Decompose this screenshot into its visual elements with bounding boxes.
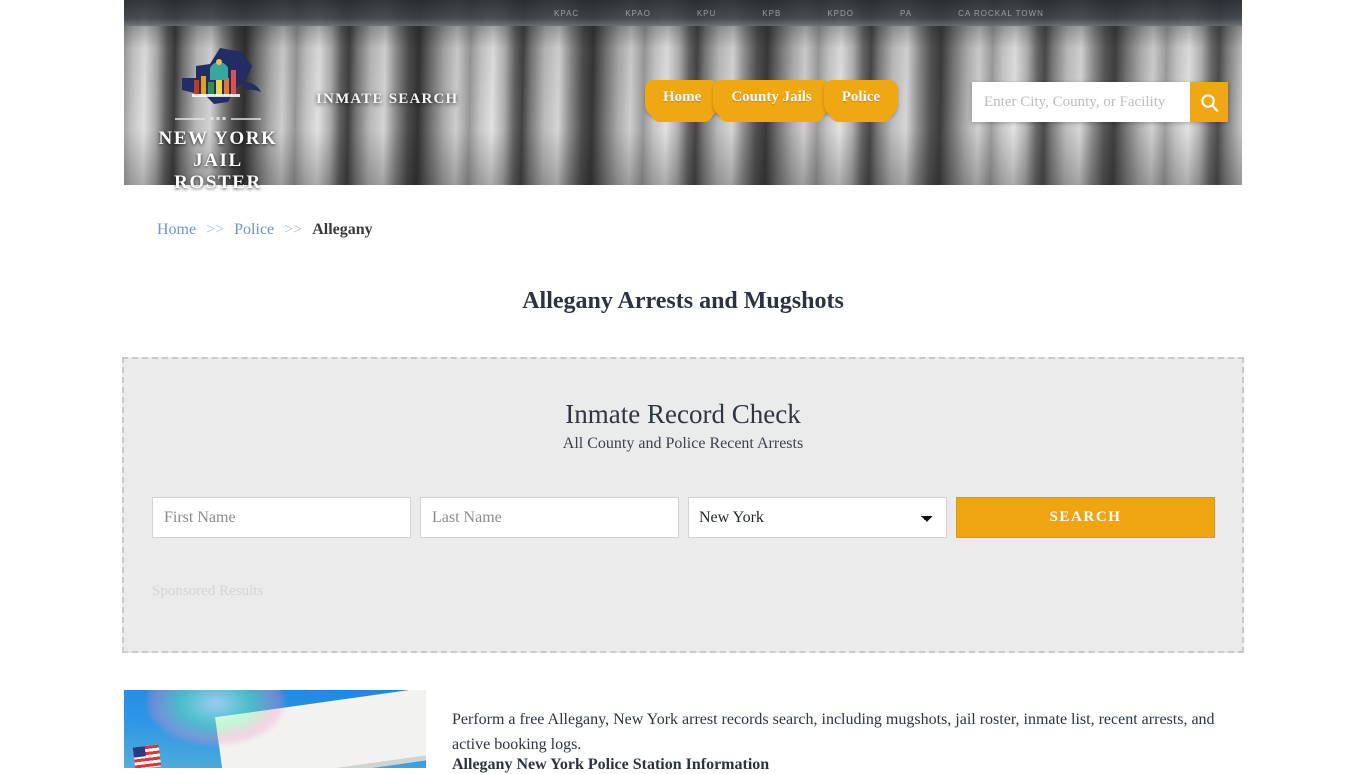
search-button[interactable]: SEARCH xyxy=(956,497,1215,538)
logo-divider xyxy=(175,116,261,122)
header-tagline: INMATE SEARCH xyxy=(316,91,459,107)
first-name-input[interactable] xyxy=(152,497,411,538)
page-title: Allegany Arrests and Mugshots xyxy=(522,288,844,315)
logo-dots xyxy=(210,117,226,120)
site-logo[interactable]: NEW YORK JAIL ROSTER xyxy=(158,46,278,194)
state-select[interactable]: New York xyxy=(688,497,947,538)
shelf-label: KPDO xyxy=(827,8,854,18)
logo-text-line1: NEW YORK xyxy=(158,128,278,149)
shelf-label: CA ROCKAL TOWN xyxy=(958,8,1044,18)
header-search-button[interactable] xyxy=(1190,82,1228,122)
nav-item-county-jails[interactable]: County Jails xyxy=(713,80,830,122)
inmate-search-form: New York SEARCH xyxy=(152,497,1215,538)
section-heading: Allegany New York Police Station Informa… xyxy=(452,756,770,773)
shelf-label: KPAO xyxy=(625,8,651,18)
search-icon xyxy=(1200,93,1218,112)
intro-paragraph: Perform a free Allegany, New York arrest… xyxy=(452,711,1215,753)
breadcrumb-item-police[interactable]: Police xyxy=(234,221,274,238)
police-station-photo xyxy=(124,690,426,768)
shelf-labels: KPAC KPAO KPU KPB KPDO PA CA ROCKAL TOWN xyxy=(554,2,1242,24)
shelf-label: PA xyxy=(899,8,913,18)
main-navigation: Home County Jails Police xyxy=(645,80,899,122)
shelf-label: KPU xyxy=(696,8,717,18)
nav-item-police[interactable]: Police xyxy=(823,80,899,122)
nav-item-home[interactable]: Home xyxy=(645,80,720,122)
new-york-state-outline-icon xyxy=(158,46,278,112)
logo-text-line2: JAIL ROSTER xyxy=(174,149,262,193)
shelf-label: KPAC xyxy=(554,8,580,18)
inmate-record-check-panel: Inmate Record Check All County and Polic… xyxy=(122,357,1244,653)
breadcrumb-separator: >> xyxy=(284,221,303,238)
shelf-label: KPB xyxy=(762,8,782,18)
header-search xyxy=(972,82,1228,122)
header-search-input[interactable] xyxy=(972,82,1190,122)
sponsored-results-label: Sponsored Results xyxy=(152,583,264,599)
breadcrumb-separator: >> xyxy=(206,221,225,238)
widget-subtitle: All County and Police Recent Arrests xyxy=(562,435,804,452)
breadcrumb-item-home[interactable]: Home xyxy=(157,221,196,238)
breadcrumb: Home >> Police >> Allegany xyxy=(157,221,373,239)
widget-title: Inmate Record Check xyxy=(565,399,801,429)
last-name-input[interactable] xyxy=(420,497,679,538)
breadcrumb-item-current: Allegany xyxy=(312,221,373,238)
usa-flag-icon xyxy=(132,744,162,768)
